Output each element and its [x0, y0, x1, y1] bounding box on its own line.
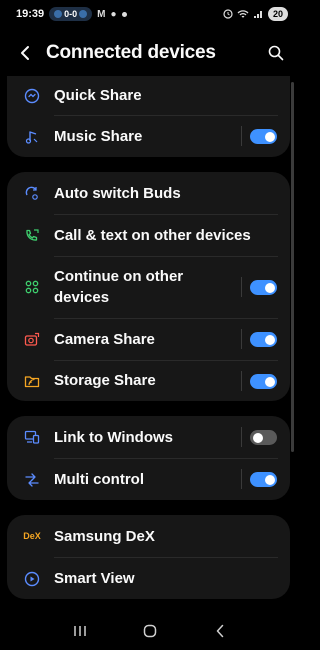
- row-label: Link to Windows: [54, 429, 174, 446]
- settings-card-pc: Link to Windows Multi control: [7, 416, 290, 500]
- call-text-row[interactable]: Call & text on other devices: [7, 215, 290, 256]
- settings-card-display: DeX Samsung DeX Smart View: [7, 515, 290, 599]
- quick-share-row[interactable]: Quick Share: [7, 76, 290, 115]
- team-logo-icon: [54, 10, 63, 18]
- link-to-windows-toggle[interactable]: [250, 430, 277, 445]
- search-icon[interactable]: [266, 43, 286, 63]
- storage-share-row[interactable]: Storage Share: [7, 361, 290, 401]
- separator: [241, 277, 242, 297]
- smart-view-row[interactable]: Smart View: [7, 558, 290, 599]
- row-label: Quick Share: [54, 87, 142, 104]
- music-share-row[interactable]: Music Share: [7, 116, 290, 157]
- separator: [241, 427, 242, 447]
- link-to-windows-row[interactable]: Link to Windows: [7, 416, 290, 458]
- separator: [241, 469, 242, 489]
- status-time: 19:39: [16, 8, 45, 20]
- continue-apps-toggle[interactable]: [250, 280, 277, 295]
- smart-view-icon: [23, 570, 41, 588]
- quick-share-icon: [23, 87, 41, 105]
- scrollbar[interactable]: [291, 82, 294, 452]
- status-left: 19:39 0-0 M ●: [16, 7, 127, 21]
- row-label: Camera Share: [54, 331, 155, 348]
- back-arrow-icon[interactable]: [16, 44, 34, 62]
- settings-card-continuity: Auto switch Buds Call & text on other de…: [7, 172, 290, 401]
- row-label: Auto switch Buds: [54, 185, 181, 202]
- continue-apps-icon: [23, 278, 41, 296]
- gmail-icon: M: [97, 8, 106, 20]
- row-label: Music Share: [54, 128, 143, 145]
- alarm-icon: [223, 9, 233, 19]
- samsung-dex-row[interactable]: DeX Samsung DeX: [7, 515, 290, 557]
- recent-apps-icon[interactable]: [70, 621, 90, 641]
- auto-switch-buds-row[interactable]: Auto switch Buds: [7, 172, 290, 214]
- camera-share-row[interactable]: Camera Share: [7, 319, 290, 360]
- more-notifications-icon: [121, 11, 127, 17]
- settings-card-sharing: Quick Share Music Share: [7, 76, 290, 157]
- samsung-dex-icon: DeX: [23, 531, 41, 541]
- score-text: 0-0: [64, 9, 78, 19]
- row-label: Continue on other devices: [54, 268, 184, 306]
- row-label: Call & text on other devices: [54, 227, 251, 244]
- multi-control-icon: [23, 471, 41, 489]
- status-right: 20: [223, 7, 288, 21]
- music-share-icon: [23, 128, 41, 146]
- team-logo-icon: [79, 10, 88, 18]
- continue-apps-row[interactable]: Continue on other devices: [7, 257, 290, 318]
- multi-control-row[interactable]: Multi control: [7, 459, 290, 500]
- music-share-toggle[interactable]: [250, 129, 277, 144]
- row-label: Multi control: [54, 471, 144, 488]
- storage-share-toggle[interactable]: [250, 374, 277, 389]
- live-score-badge: 0-0: [49, 7, 93, 21]
- multi-control-toggle[interactable]: [250, 472, 277, 487]
- storage-share-icon: [23, 372, 41, 390]
- battery-indicator: 20: [267, 7, 288, 21]
- row-label: Storage Share: [54, 372, 156, 389]
- status-bar: 19:39 0-0 M ● 20: [0, 0, 300, 28]
- wifi-icon: [237, 10, 249, 18]
- camera-share-toggle[interactable]: [250, 332, 277, 347]
- separator: [241, 126, 242, 146]
- row-label: Smart View: [54, 570, 135, 587]
- signal-icon: [253, 11, 262, 18]
- app-header: Connected devices: [0, 30, 300, 76]
- notification-circle-icon: ●: [110, 8, 117, 20]
- camera-share-icon: [23, 331, 41, 349]
- row-label: Samsung DeX: [54, 528, 155, 545]
- separator: [241, 329, 242, 349]
- call-text-icon: [23, 227, 41, 245]
- page-title: Connected devices: [46, 42, 216, 63]
- separator: [241, 371, 242, 391]
- home-icon[interactable]: [140, 621, 160, 641]
- back-icon[interactable]: [210, 621, 230, 641]
- auto-switch-buds-icon: [23, 184, 41, 202]
- link-to-windows-icon: [23, 428, 41, 446]
- navigation-bar: [0, 612, 300, 650]
